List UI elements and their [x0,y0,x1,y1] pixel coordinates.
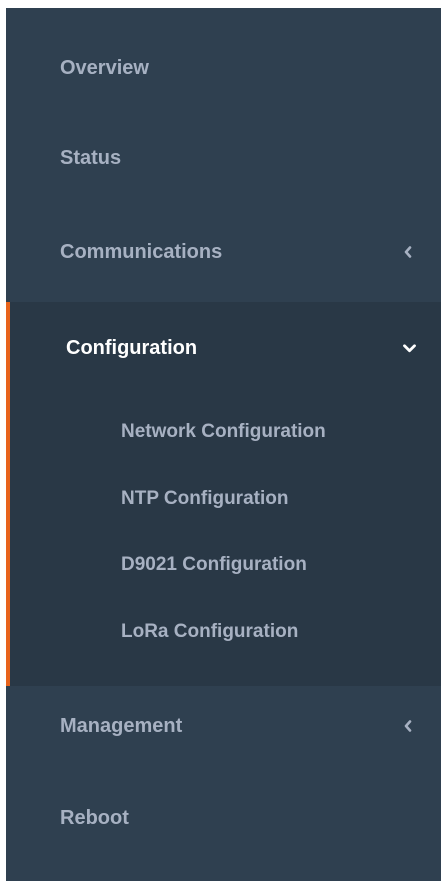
sidebar-item-management[interactable]: Management [6,702,441,750]
chevron-left-icon[interactable] [401,719,415,733]
submenu-item-network-configuration[interactable]: Network Configuration [6,412,441,452]
sidebar-item-label: Reboot [60,806,129,829]
sidebar-item-overview[interactable]: Overview [6,44,441,92]
sidebar-item-label: Communications [60,240,223,263]
submenu-item-ntp-configuration[interactable]: NTP Configuration [6,479,441,519]
sidebar-nav: Overview Status Communications Configura… [6,8,441,881]
chevron-down-icon[interactable] [401,341,417,355]
sidebar-item-label: Management [60,714,183,737]
submenu-item-d9021-configuration[interactable]: D9021 Configuration [6,545,441,585]
submenu-item-label: NTP Configuration [121,488,289,509]
submenu-item-label: Network Configuration [121,421,326,442]
submenu-item-label: LoRa Configuration [121,621,299,642]
sidebar-item-label: Configuration [66,336,198,359]
sidebar-item-label: Overview [60,56,149,79]
sidebar-item-status[interactable]: Status [6,134,441,182]
sidebar-item-reboot[interactable]: Reboot [6,794,441,842]
sidebar-item-label: Status [60,146,122,169]
sidebar-group-configuration: Configuration Network Configuration NTP … [6,302,441,686]
submenu-item-lora-configuration[interactable]: LoRa Configuration [6,612,441,652]
sidebar-item-configuration[interactable]: Configuration [6,324,441,372]
chevron-left-icon[interactable] [401,245,415,259]
submenu-item-label: D9021 Configuration [121,554,307,575]
sidebar-item-communications[interactable]: Communications [6,228,441,276]
